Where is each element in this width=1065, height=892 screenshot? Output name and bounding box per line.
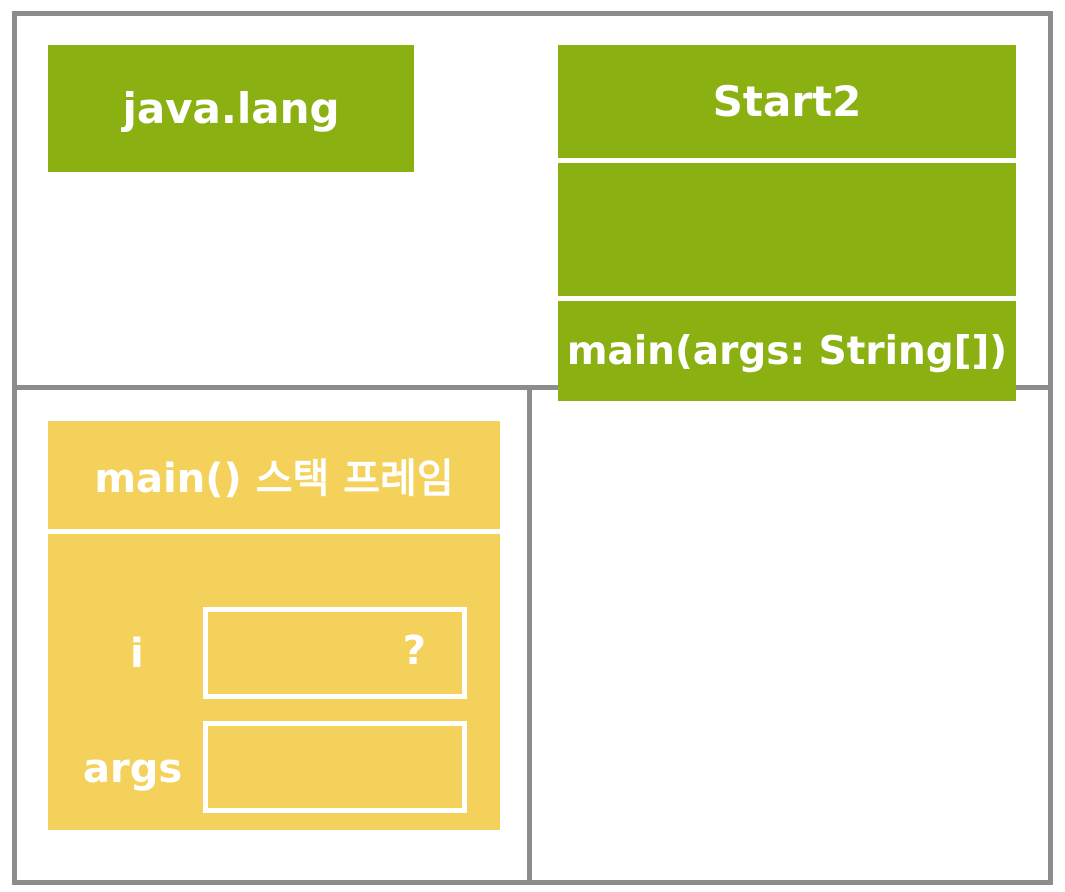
stack-frame: main() 스택 프레임 i ? args (48, 421, 500, 830)
variable-i-value: ? (402, 628, 426, 674)
class-fields (558, 163, 1016, 296)
class-box: Start2 main(args: String[]) (558, 45, 1016, 401)
variable-args-label: args (83, 746, 183, 792)
stack-frame-body: i ? args (48, 534, 500, 830)
class-methods: main(args: String[]) (558, 301, 1016, 401)
package-box: java.lang (48, 45, 414, 172)
class-name: Start2 (558, 45, 1016, 158)
variable-args-slot (203, 721, 467, 813)
variable-i-slot: ? (203, 607, 467, 699)
heap-area-panel (527, 385, 1053, 885)
stack-frame-title: main() 스택 프레임 (48, 421, 500, 529)
